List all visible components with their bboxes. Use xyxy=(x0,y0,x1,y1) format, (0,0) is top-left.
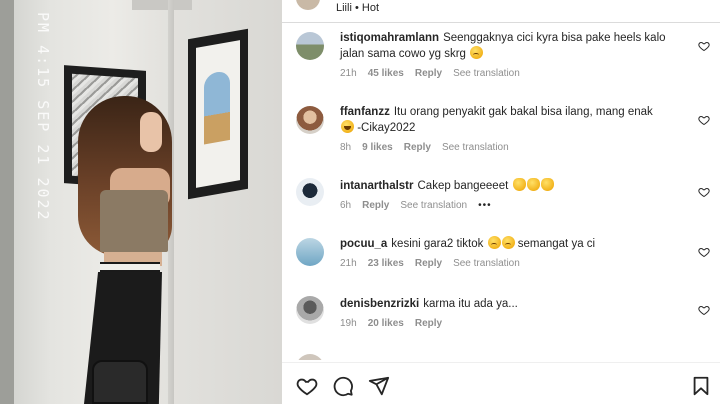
paper-plane-icon[interactable] xyxy=(368,375,390,397)
clap-emoji-icon xyxy=(540,178,554,191)
comment-likes[interactable]: 45 likes xyxy=(368,66,404,82)
small-heart-icon[interactable] xyxy=(698,114,710,126)
reply-button[interactable]: Reply xyxy=(415,316,442,332)
clap-emoji-icon xyxy=(512,178,526,191)
header-tag: Hot xyxy=(361,2,380,14)
comment-text: Itu orang penyakit gak bakal bisa ilang,… xyxy=(393,106,653,118)
comment-username[interactable]: ffanfanzz xyxy=(340,106,390,118)
author-username[interactable]: Liili xyxy=(336,2,352,14)
reply-button[interactable]: Reply xyxy=(362,198,389,214)
woman-top xyxy=(100,190,168,252)
commenter-avatar[interactable] xyxy=(296,32,324,60)
woman-face xyxy=(140,112,162,152)
comment-meta: 8h 9 likes Reply See translation xyxy=(340,140,688,156)
post-action-bar xyxy=(282,362,720,404)
see-translation-link[interactable]: See translation xyxy=(442,140,509,156)
wall-shadow xyxy=(0,0,14,404)
small-heart-icon[interactable] xyxy=(698,40,710,52)
post-header-text: Liili • Hot xyxy=(336,2,379,14)
comment-username[interactable]: pocuu_a xyxy=(340,238,387,250)
handbag xyxy=(92,360,148,404)
commenter-avatar[interactable] xyxy=(296,238,324,266)
comments-panel: Liili • Hot istiqomahramlann Seenggaknya … xyxy=(282,0,720,404)
comment-body: denisbenzrizki karma itu ada ya... 19h 20… xyxy=(340,296,688,332)
clap-emoji-icon xyxy=(526,178,540,191)
comment-meta: 6h Reply See translation ••• xyxy=(340,198,688,214)
bookmark-icon[interactable] xyxy=(690,375,712,397)
comment-likes[interactable]: 20 likes xyxy=(368,316,404,332)
comment-time: 19h xyxy=(340,318,357,329)
comment-text-after: semangat ya ci xyxy=(517,238,596,250)
reply-button[interactable]: Reply xyxy=(415,66,442,82)
comment-likes[interactable]: 23 likes xyxy=(368,256,404,272)
small-heart-icon[interactable] xyxy=(698,246,710,258)
sad-emoji-icon xyxy=(501,236,515,249)
comment-time: 8h xyxy=(340,142,352,153)
comment-meta: 21h 23 likes Reply See translation xyxy=(340,256,688,272)
small-heart-icon[interactable] xyxy=(698,186,710,198)
reply-button[interactable]: Reply xyxy=(404,140,431,156)
comment-body: ffanfanzz Itu orang penyakit gak bakal bi… xyxy=(340,104,688,156)
comment-icon[interactable] xyxy=(332,375,354,397)
comment-time: 6h xyxy=(340,200,352,211)
header-divider xyxy=(282,22,720,23)
comment-text: Cakep bangeeeet xyxy=(417,180,509,192)
post-header: Liili • Hot xyxy=(282,0,720,20)
comment-text: kesini gara2 tiktok xyxy=(391,238,484,250)
author-avatar[interactable] xyxy=(296,0,320,10)
heart-icon[interactable] xyxy=(296,375,318,397)
commenter-avatar-partial[interactable] xyxy=(296,354,324,360)
woman-belt xyxy=(100,262,160,272)
comment-text-after: -Cikay2022 xyxy=(357,122,416,134)
see-translation-link[interactable]: See translation xyxy=(453,66,520,82)
see-translation-link[interactable]: See translation xyxy=(453,256,520,272)
ceiling-edge xyxy=(132,0,192,10)
comment-meta: 19h 20 likes Reply xyxy=(340,316,688,332)
comment-time: 21h xyxy=(340,258,357,269)
comment-text: karma itu ada ya... xyxy=(423,298,518,310)
commenter-avatar[interactable] xyxy=(296,106,324,134)
post-media-photo[interactable]: PM 4:15 SEP 21 2022 xyxy=(0,0,282,404)
commenter-avatar[interactable] xyxy=(296,296,324,324)
comment-username[interactable]: istiqomahramlann xyxy=(340,32,439,44)
comments-list: istiqomahramlann Seenggaknya cici kyra bi… xyxy=(282,28,720,360)
see-translation-link[interactable]: See translation xyxy=(400,198,467,214)
sad-emoji-icon xyxy=(487,236,501,249)
small-heart-icon[interactable] xyxy=(698,304,710,316)
comment-body: pocuu_a kesini gara2 tiktok semangat ya c… xyxy=(340,236,688,272)
comment-body: istiqomahramlann Seenggaknya cici kyra bi… xyxy=(340,30,688,82)
more-options-icon[interactable]: ••• xyxy=(478,198,492,214)
photo-timestamp: PM 4:15 SEP 21 2022 xyxy=(34,12,52,222)
comment-username[interactable]: denisbenzrizki xyxy=(340,298,419,310)
header-separator: • xyxy=(354,2,359,14)
comment-time: 21h xyxy=(340,68,357,79)
laugh-emoji-icon xyxy=(341,120,354,133)
reply-button[interactable]: Reply xyxy=(415,256,442,272)
sad-emoji-icon xyxy=(470,46,484,59)
comment-meta: 21h 45 likes Reply See translation xyxy=(340,66,688,82)
comment-body: intanarthalstr Cakep bangeeeet 6h Reply S… xyxy=(340,178,688,214)
commenter-avatar[interactable] xyxy=(296,178,324,206)
comment-username[interactable]: intanarthalstr xyxy=(340,180,414,192)
comment-likes[interactable]: 9 likes xyxy=(362,140,393,156)
wall-picture-right xyxy=(188,28,248,200)
